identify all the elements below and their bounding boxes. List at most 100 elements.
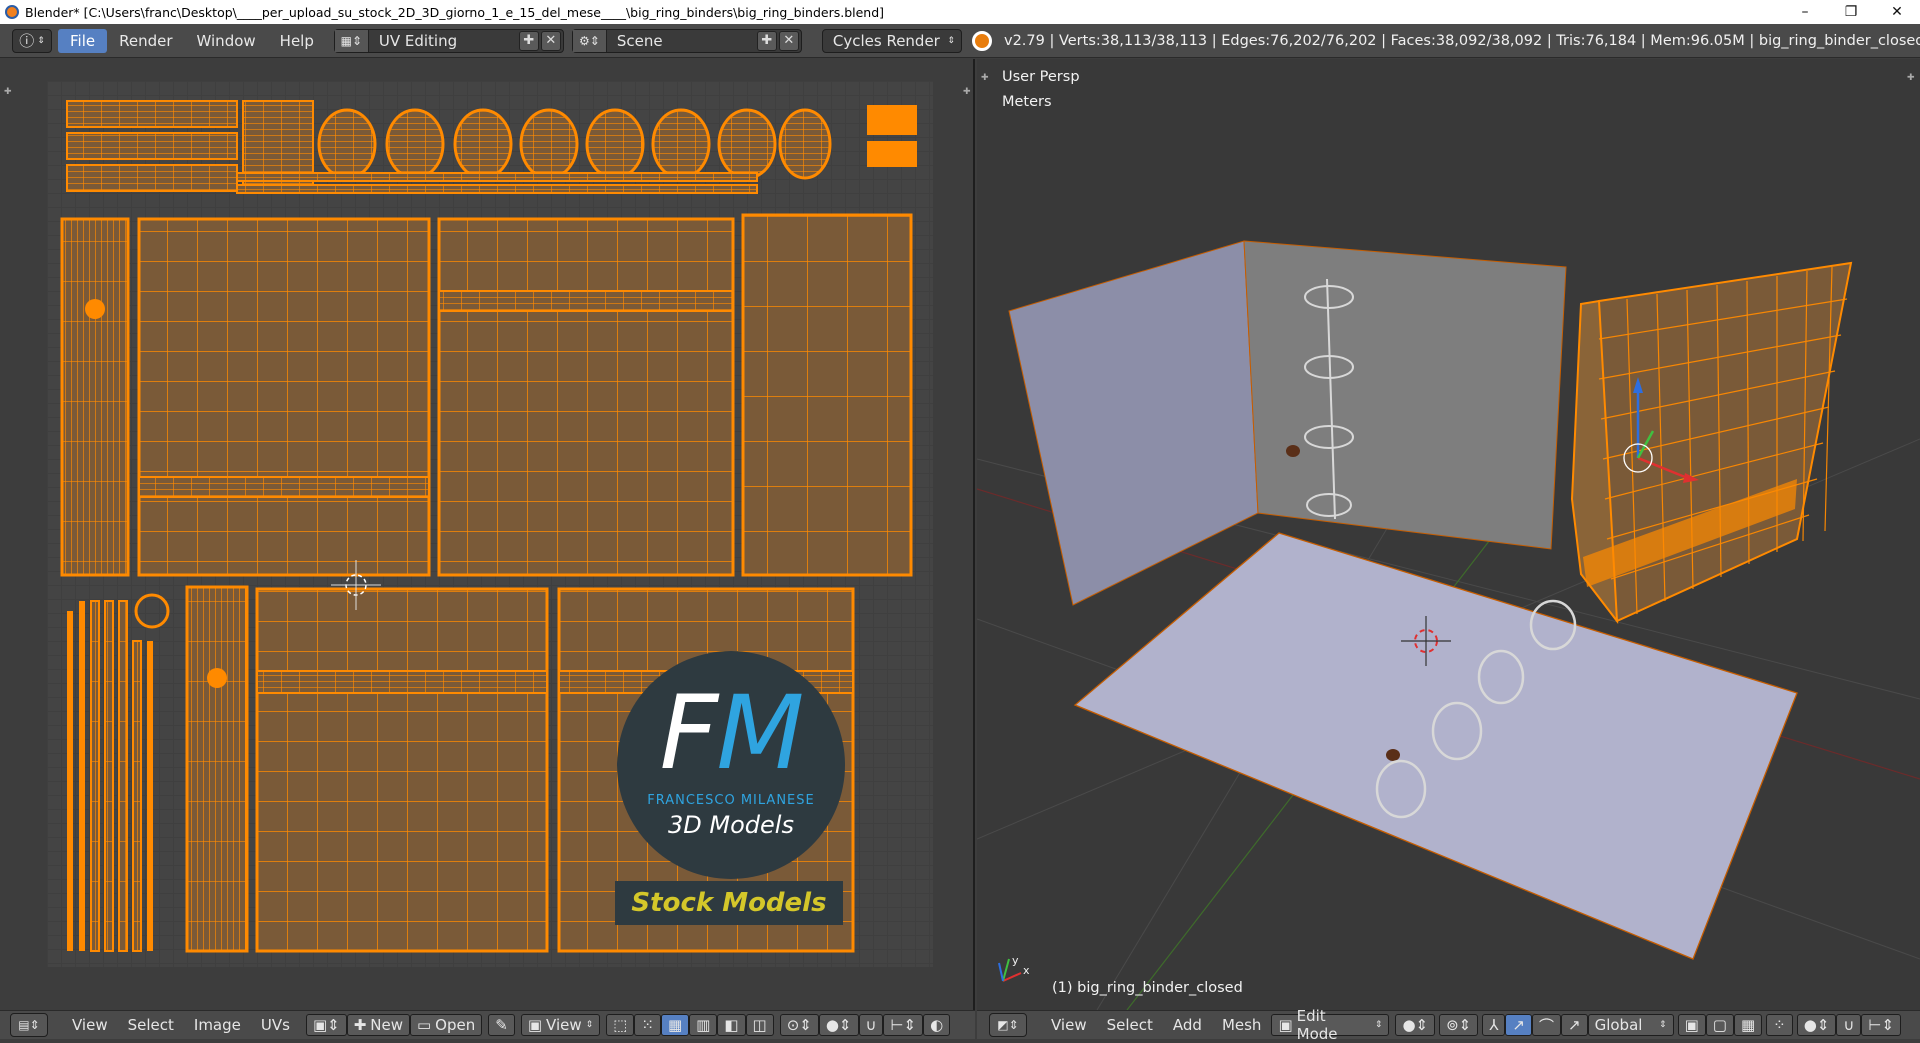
snap-element-selector[interactable]: ⊢⇕: [883, 1014, 924, 1036]
sync-selection-toggle[interactable]: ⬚: [606, 1014, 635, 1036]
updown-arrow-icon: ⇕: [585, 1020, 594, 1030]
screen-layout-name: UV Editing: [378, 31, 458, 50]
channel-icon: ◐: [930, 1016, 944, 1034]
shading-sphere-icon: ●⇕: [1402, 1016, 1429, 1034]
scene-name: Scene: [616, 31, 663, 50]
properties-toggle-icon[interactable]: ✚: [963, 87, 971, 97]
3d-view-icon: ◩⇕: [997, 1018, 1019, 1032]
editor-type-info-selector[interactable]: ⓘ ⇕: [12, 28, 52, 53]
folder-icon: ▭: [416, 1016, 432, 1034]
scene-statistics: v2.79 | Verts:38,113/38,113 | Edges:76,2…: [1004, 33, 1920, 49]
blender-logo-icon: [5, 5, 19, 19]
watermark-author: FRANCESCO MILANESE: [647, 793, 815, 808]
toolshelf-toggle-icon[interactable]: ✚: [4, 87, 12, 97]
proportional-edit-icon: ●⇕: [1803, 1016, 1830, 1034]
new-image-button[interactable]: ✚ New: [346, 1014, 410, 1036]
delete-screen-button[interactable]: ✕: [540, 30, 561, 51]
menu-image[interactable]: Image: [184, 1016, 251, 1034]
view-mode-selector[interactable]: ▣ View ⇕: [520, 1014, 601, 1036]
snap-toggle[interactable]: ∪: [858, 1014, 884, 1036]
interaction-mode-selector[interactable]: ▣ Edit Mode ⇕: [1271, 1007, 1390, 1043]
uv-image-editor[interactable]: ✚ ✚ FM FRANCESCO MILANESE 3D Models Stoc…: [0, 59, 975, 1010]
editor-type-selector[interactable]: ◩⇕: [989, 1013, 1027, 1037]
editor-type-selector[interactable]: ▤⇕: [10, 1013, 48, 1037]
limit-selection-toggle[interactable]: ⁘: [1766, 1014, 1793, 1036]
solid-layer-button[interactable]: ▦: [1733, 1014, 1763, 1036]
transform-orientation-selector[interactable]: Global ⇕: [1587, 1014, 1674, 1036]
snap-element-icon: ⊢⇕: [890, 1016, 917, 1034]
menu-view[interactable]: View: [62, 1016, 118, 1034]
proportional-edit-toggle[interactable]: ●⇕: [818, 1014, 859, 1036]
sticky-select-mode[interactable]: ◫: [745, 1014, 774, 1036]
menu-render[interactable]: Render: [107, 29, 184, 53]
snap-toggle[interactable]: ∪: [1836, 1014, 1862, 1036]
watermark-subtitle: 3D Models: [668, 811, 794, 839]
menu-window[interactable]: Window: [185, 29, 268, 53]
face-select-toggle[interactable]: ▥: [689, 1014, 718, 1036]
proportional-edit-toggle[interactable]: ●⇕: [1796, 1014, 1837, 1036]
logo-letter-m: M: [716, 674, 804, 793]
axis-x-label: x: [1023, 964, 1030, 977]
pin-button[interactable]: ✎: [488, 1014, 515, 1036]
scale-manipulator-toggle[interactable]: ↗: [1561, 1014, 1588, 1036]
limit-selection-icon: ⁘: [1773, 1016, 1786, 1034]
display-channel-toggle[interactable]: ◐: [923, 1014, 951, 1036]
updown-arrow-icon: ⇕: [37, 35, 45, 46]
updown-arrow-icon: ⇕: [1374, 1020, 1383, 1030]
edge-select-toggle[interactable]: ▦: [660, 1014, 690, 1036]
snap-element-selector[interactable]: ⊢⇕: [1861, 1014, 1902, 1036]
minimize-button[interactable]: –: [1782, 0, 1828, 24]
menu-view[interactable]: View: [1041, 1016, 1097, 1034]
3d-viewport-header: ◩⇕ View Select Add Mesh ▣ Edit Mode ⇕ ●⇕…: [977, 1007, 1920, 1043]
screen-layout-selector[interactable]: ▦⇕ UV Editing ✚ ✕: [333, 28, 564, 53]
watermark-stock-label: Stock Models: [615, 881, 843, 925]
plus-icon: ✚: [353, 1016, 367, 1034]
window-titlebar: Blender* [C:\Users\franc\Desktop\____per…: [0, 0, 1920, 24]
menu-uvs[interactable]: UVs: [251, 1016, 300, 1034]
scene-selector[interactable]: ⚙⇕ Scene ✚ ✕: [571, 28, 802, 53]
3d-viewport[interactable]: ✚ ✚ User Persp Meters y x (1) big_ring_b…: [977, 59, 1920, 1010]
island-select-toggle[interactable]: ◧: [717, 1014, 746, 1036]
menu-select[interactable]: Select: [118, 1016, 184, 1034]
image-browse-icon: ▣⇕: [312, 1016, 340, 1034]
menu-help[interactable]: Help: [268, 29, 326, 53]
new-image-label: New: [370, 1016, 403, 1034]
menu-mesh[interactable]: Mesh: [1212, 1016, 1272, 1034]
rotate-icon: ⌒: [1539, 1016, 1555, 1035]
rotate-manipulator-toggle[interactable]: ⌒: [1532, 1014, 1562, 1036]
uv-cover-islands-top: [60, 213, 913, 577]
add-scene-button[interactable]: ✚: [756, 30, 777, 51]
restore-button[interactable]: ❐: [1828, 0, 1874, 24]
viewport-scene-svg: [977, 240, 1920, 1010]
add-screen-button[interactable]: ✚: [518, 30, 539, 51]
menu-add[interactable]: Add: [1163, 1016, 1212, 1034]
image-browse-button[interactable]: ▣⇕: [305, 1014, 347, 1036]
delete-scene-button[interactable]: ✕: [778, 30, 799, 51]
pivot-selector[interactable]: ⊙⇕: [779, 1014, 819, 1036]
cube-solid-icon: ▦: [1740, 1016, 1756, 1034]
layer-button[interactable]: ▣: [1677, 1014, 1706, 1036]
cube-icon: ▣: [1684, 1016, 1699, 1034]
vertex-select-toggle[interactable]: ⁙: [634, 1014, 661, 1036]
wire-layer-button[interactable]: ▢: [1705, 1014, 1734, 1036]
viewport-shading-selector[interactable]: ●⇕: [1395, 1014, 1436, 1036]
manipulator-toggle[interactable]: ⅄: [1482, 1014, 1506, 1036]
open-image-button[interactable]: ▭ Open: [409, 1014, 483, 1036]
uv-image-canvas[interactable]: FM FRANCESCO MILANESE 3D Models Stock Mo…: [47, 81, 933, 967]
menu-file[interactable]: File: [58, 28, 108, 53]
vertex-select-icon: ⁙: [641, 1016, 654, 1034]
render-engine-selector[interactable]: Cycles Render ⇕: [821, 28, 962, 53]
menu-select[interactable]: Select: [1097, 1016, 1163, 1034]
close-button[interactable]: ✕: [1874, 0, 1920, 24]
scale-icon: ↗: [1568, 1016, 1581, 1034]
updown-arrow-icon: ⇕: [1659, 1020, 1667, 1030]
pivot-icon: ⊚⇕: [1446, 1016, 1472, 1034]
magnet-icon: ∪: [1843, 1016, 1855, 1034]
sticky-select-icon: ◫: [752, 1016, 767, 1034]
translate-manipulator-toggle[interactable]: ↗: [1505, 1014, 1532, 1036]
orientation-label: Global: [1594, 1016, 1643, 1034]
info-icon: ⓘ: [19, 32, 35, 50]
updown-arrow-icon: ⇕: [947, 35, 955, 46]
pivot-point-selector[interactable]: ⊚⇕: [1439, 1014, 1479, 1036]
translate-arrow-icon: ↗: [1512, 1016, 1525, 1034]
